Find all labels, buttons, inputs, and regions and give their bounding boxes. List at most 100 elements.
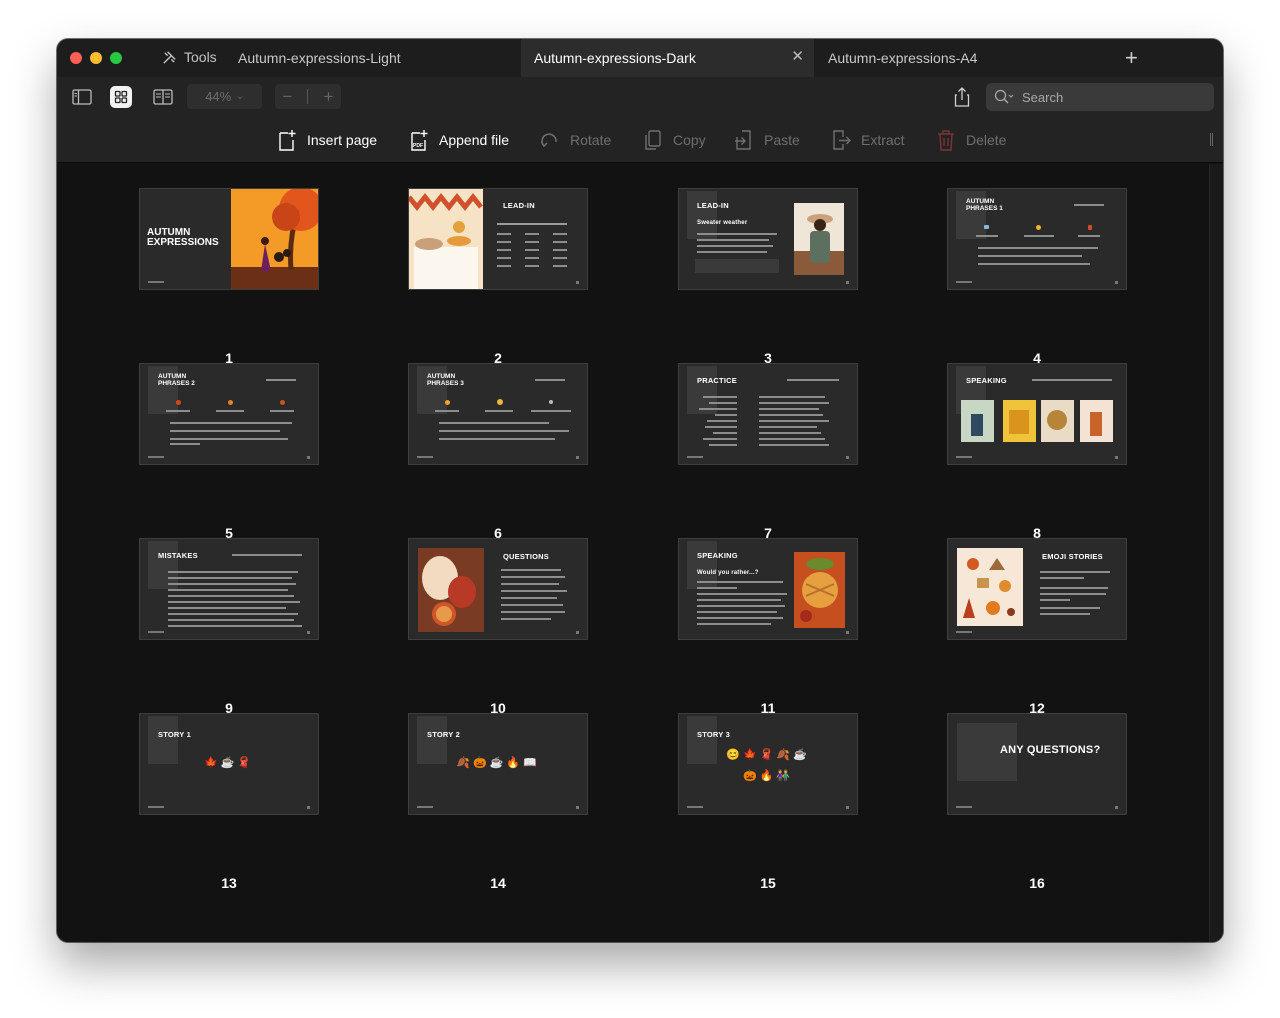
slide-title: STORY 2 [427, 730, 460, 739]
new-tab-button[interactable]: + [1125, 47, 1138, 69]
tab-bar: Tools Autumn-expressions-Light Autumn-ex… [57, 39, 1223, 77]
tab-label: Autumn-expressions-Light [238, 50, 401, 66]
page-thumbnail-13[interactable]: STORY 1 🍁☕🧣 [139, 713, 319, 815]
slide-subtitle: Would you rather...? [697, 570, 759, 576]
svg-text:PDF: PDF [413, 143, 423, 149]
emoji-story: 🍁☕🧣 [203, 757, 255, 769]
copy-button[interactable]: Copy [643, 129, 706, 151]
tab-autumn-a4[interactable]: Autumn-expressions-A4 [828, 39, 977, 77]
close-tab-icon[interactable]: ✕ [791, 49, 804, 64]
emoji-icons-illustration [957, 548, 1023, 626]
copy-icon [645, 130, 661, 150]
autumn-food-illustration [418, 548, 484, 632]
speaking-picture-2 [1003, 400, 1036, 442]
emoji-story: 🍂🎃☕🔥📖 [456, 757, 540, 769]
slide-title: PRACTICE [697, 376, 737, 385]
action-label: Insert page [307, 132, 378, 148]
slide-title: AUTUMN EXPRESSIONS [147, 227, 219, 248]
tools-label: Tools [184, 49, 217, 65]
rotate-icon [540, 133, 557, 148]
action-label: Extract [861, 132, 905, 148]
slide-title: LEAD-IN [697, 201, 729, 210]
slide-title: AUTUMN PHRASES 1 [966, 198, 1003, 212]
slide-title: ANY QUESTIONS? [1000, 744, 1101, 756]
autumn-pie-illustration [794, 552, 845, 628]
speaking-picture-4 [1080, 400, 1113, 442]
tab-autumn-light[interactable]: Autumn-expressions-Light [238, 39, 401, 77]
page-thumbnail-6[interactable]: AUTUMN PHRASES 3 [408, 363, 588, 465]
sidebar-toggle-icon[interactable] [71, 86, 93, 108]
page-thumbnail-3[interactable]: LEAD-IN Sweater weather [678, 188, 858, 290]
slide-title: SPEAKING [966, 376, 1007, 385]
search-icon [994, 89, 1014, 104]
page-thumbnail-8[interactable]: SPEAKING [947, 363, 1127, 465]
zoom-value: 44% [205, 89, 232, 104]
trash-icon [938, 130, 954, 151]
tools-icon [163, 50, 176, 64]
emoji-story: 🎃🔥👫 [742, 770, 794, 782]
slide-title: STORY 3 [697, 730, 730, 739]
speaking-picture-1 [961, 400, 994, 442]
page-number: 13 [221, 875, 237, 891]
page-thumbnail-5[interactable]: AUTUMN PHRASES 2 [139, 363, 319, 465]
view-toolbar: 44% ⌄ − + [57, 77, 1223, 117]
zoom-stepper: − + [275, 84, 341, 109]
page-thumbnail-10[interactable]: QUESTIONS [408, 538, 588, 640]
page-number: 15 [760, 875, 776, 891]
two-page-view-icon[interactable] [152, 86, 174, 108]
slide-title: AUTUMN PHRASES 3 [427, 373, 464, 387]
tab-label: Autumn-expressions-A4 [828, 50, 978, 66]
zoom-in-button[interactable]: + [324, 87, 334, 107]
page-thumbnail-4[interactable]: AUTUMN PHRASES 1 [947, 188, 1127, 290]
zoom-out-button[interactable]: − [283, 87, 293, 107]
zoom-window-button[interactable] [110, 52, 122, 64]
search-box [986, 83, 1214, 111]
autumn-tree-illustration [231, 189, 318, 289]
page-actions-bar: Insert page PDF Append file Rotate Copy [57, 117, 1223, 163]
append-file-button[interactable]: PDF Append file [409, 129, 509, 151]
slide-title: AUTUMN PHRASES 2 [158, 373, 195, 387]
page-thumbnail-7[interactable]: PRACTICE [678, 363, 858, 465]
paste-button[interactable]: Paste [734, 129, 800, 151]
action-label: Append file [439, 132, 510, 148]
slide-title: QUESTIONS [503, 552, 549, 561]
slide-title: MISTAKES [158, 551, 198, 560]
page-thumbnail-9[interactable]: MISTAKES [139, 538, 319, 640]
page-thumbnail-11[interactable]: SPEAKING Would you rather...? [678, 538, 858, 640]
tools-button[interactable]: Tools [162, 49, 217, 65]
action-label: Paste [764, 132, 800, 148]
page-number: 14 [490, 875, 506, 891]
slide-subtitle: Sweater weather [697, 220, 748, 226]
page-thumbnail-15[interactable]: STORY 3 😊🍁🧣🍂☕ 🎃🔥👫 [678, 713, 858, 815]
insert-page-button[interactable]: Insert page [277, 129, 377, 151]
close-window-button[interactable] [70, 52, 82, 64]
tab-autumn-dark[interactable]: Autumn-expressions-Dark ✕ [521, 39, 814, 77]
page-thumbnail-grid: AUTUMN EXPRESSIONS 1 LEAD-IN 2 LEAD-IN S… [57, 164, 1223, 942]
chevron-down-icon: ⌄ [236, 91, 244, 101]
rotate-button[interactable]: Rotate [540, 129, 611, 151]
page-thumbnail-16[interactable]: ANY QUESTIONS? [947, 713, 1127, 815]
delete-button[interactable]: Delete [936, 129, 1006, 151]
speaking-picture-3 [1041, 400, 1074, 442]
vertical-scrollbar[interactable] [1209, 164, 1223, 942]
tab-label: Autumn-expressions-Dark [534, 50, 696, 66]
grid-view-icon[interactable] [110, 86, 132, 108]
page-thumbnail-1[interactable]: AUTUMN EXPRESSIONS [139, 188, 319, 290]
slide-title: STORY 1 [158, 730, 191, 739]
slide-title: EMOJI STORIES [1042, 552, 1103, 561]
page-thumbnail-14[interactable]: STORY 2 🍂🎃☕🔥📖 [408, 713, 588, 815]
append-pdf-icon: PDF [411, 130, 428, 151]
slide-title: LEAD-IN [503, 201, 535, 210]
minimize-window-button[interactable] [90, 52, 102, 64]
page-thumbnail-12[interactable]: EMOJI STORIES [947, 538, 1127, 640]
search-input[interactable] [1022, 89, 1202, 105]
share-icon[interactable] [953, 86, 971, 108]
action-label: Rotate [570, 132, 612, 148]
toolbar-resize-grip[interactable] [1210, 133, 1213, 146]
action-label: Copy [673, 132, 706, 148]
extract-button[interactable]: Extract [831, 129, 905, 151]
action-label: Delete [966, 132, 1007, 148]
insert-page-icon [279, 130, 296, 151]
page-thumbnail-2[interactable]: LEAD-IN [408, 188, 588, 290]
zoom-select[interactable]: 44% ⌄ [187, 84, 262, 109]
